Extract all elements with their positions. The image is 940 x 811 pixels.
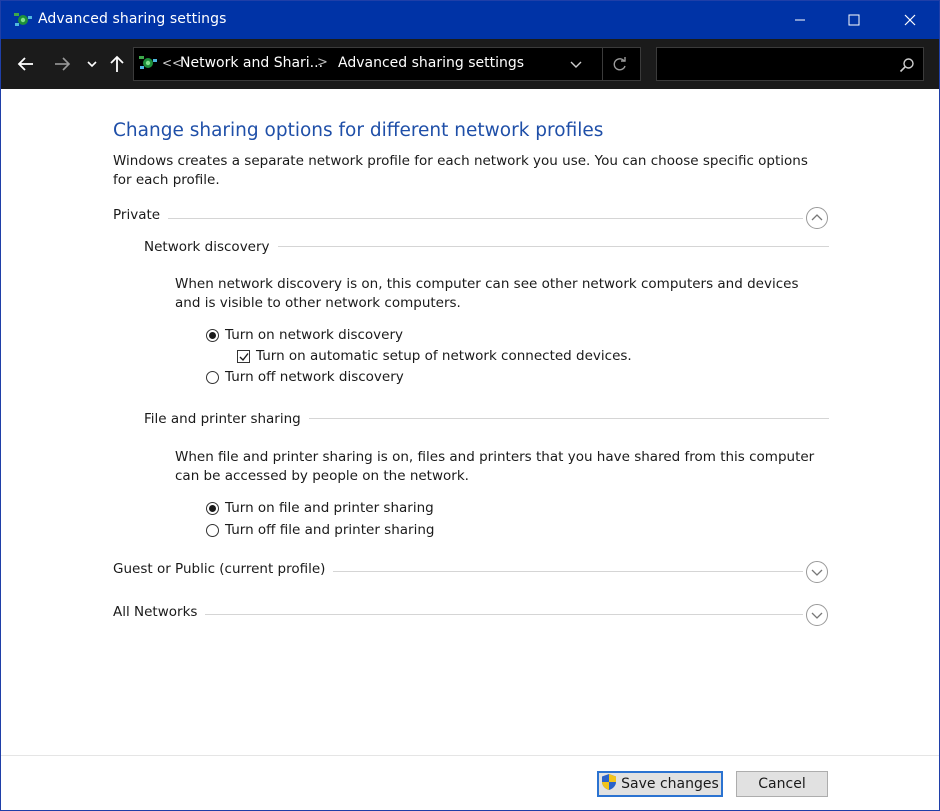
footer-divider [1, 755, 939, 756]
up-button[interactable] [107, 52, 127, 76]
expand-guest-public-button[interactable] [806, 561, 828, 583]
profile-all-networks-label[interactable]: All Networks [113, 604, 206, 620]
close-button[interactable] [887, 1, 933, 39]
maximize-button[interactable] [831, 1, 877, 39]
collapse-private-button[interactable] [806, 207, 828, 229]
profile-guest-public-label[interactable]: Guest or Public (current profile) [113, 561, 334, 577]
chevron-up-icon [811, 214, 823, 221]
radio-unselected-indicator[interactable] [206, 523, 219, 537]
refresh-button[interactable] [612, 56, 628, 76]
maximize-icon [848, 14, 860, 26]
radio-unselected-indicator[interactable] [206, 370, 219, 384]
back-button[interactable] [15, 52, 37, 76]
window: Advanced sharing settings << Network and… [0, 0, 940, 811]
radio-turn-off-sharing[interactable]: Turn off file and printer sharing [206, 522, 434, 538]
up-arrow-icon [110, 55, 124, 72]
radio-selected-indicator[interactable] [206, 501, 219, 515]
radio-turn-off-discovery[interactable]: Turn off network discovery [206, 369, 404, 385]
chevron-down-icon [811, 569, 823, 576]
radio-turn-on-discovery[interactable]: Turn on network discovery [206, 327, 403, 343]
network-discovery-description: When network discovery is on, this compu… [175, 276, 799, 311]
minimize-icon [795, 19, 805, 21]
cancel-button[interactable]: Cancel [736, 771, 828, 797]
section-divider [113, 218, 803, 219]
chevron-down-icon [87, 61, 97, 68]
search-box[interactable] [656, 47, 924, 81]
refresh-icon [613, 57, 626, 71]
radio-label[interactable]: Turn on network discovery [225, 327, 403, 343]
chevron-down-icon [570, 61, 582, 68]
checkbox-label[interactable]: Turn on automatic setup of network conne… [256, 348, 632, 364]
radio-selected-indicator[interactable] [206, 328, 219, 342]
breadcrumb-advanced-sharing[interactable]: Advanced sharing settings [338, 55, 524, 71]
address-bar[interactable]: << Network and Shari... > Advanced shari… [133, 47, 641, 81]
radio-label[interactable]: Turn on file and printer sharing [225, 500, 434, 516]
uac-shield-icon [601, 773, 617, 795]
page-title: Change sharing options for different net… [113, 120, 604, 141]
chevron-down-icon [811, 612, 823, 619]
network-icon [138, 54, 158, 76]
radio-label[interactable]: Turn off file and printer sharing [225, 522, 434, 538]
back-arrow-icon [17, 57, 33, 71]
checkbox-checked[interactable] [237, 349, 250, 363]
breadcrumb-separator[interactable]: > [317, 55, 328, 70]
network-icon [13, 11, 33, 29]
radio-turn-on-sharing[interactable]: Turn on file and printer sharing [206, 500, 434, 516]
file-printer-sharing-heading: File and printer sharing [144, 411, 309, 427]
close-icon [904, 14, 916, 26]
file-printer-sharing-description: When file and printer sharing is on, fil… [175, 449, 815, 484]
breadcrumb-network-and-sharing[interactable]: Network and Shari... [180, 55, 323, 71]
radio-label[interactable]: Turn off network discovery [225, 369, 404, 385]
search-icon[interactable] [899, 57, 915, 77]
expand-all-networks-button[interactable] [806, 604, 828, 626]
save-changes-button[interactable]: Save changes [597, 771, 723, 797]
checkbox-auto-setup[interactable]: Turn on automatic setup of network conne… [237, 348, 632, 364]
profile-private-label[interactable]: Private [113, 207, 169, 223]
forward-arrow-icon [55, 57, 71, 71]
checkmark-icon [239, 352, 249, 361]
recent-locations-button[interactable] [85, 52, 99, 76]
cancel-label[interactable]: Cancel [758, 776, 805, 792]
title-bar[interactable]: Advanced sharing settings [1, 1, 939, 39]
network-discovery-heading: Network discovery [144, 239, 278, 255]
window-title: Advanced sharing settings [38, 11, 227, 27]
minimize-button[interactable] [777, 1, 823, 39]
address-dropdown-button[interactable] [570, 57, 582, 73]
section-divider [113, 614, 803, 615]
navigation-bar: << Network and Shari... > Advanced shari… [1, 39, 939, 89]
intro-text: Windows creates a separate network profi… [113, 153, 808, 188]
save-changes-label[interactable]: Save changes [621, 776, 719, 792]
address-divider [602, 48, 603, 80]
forward-button[interactable] [51, 52, 73, 76]
